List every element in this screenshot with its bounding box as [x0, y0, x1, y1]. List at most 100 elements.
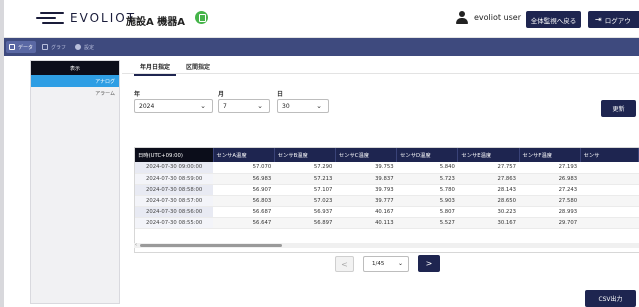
chart-icon [42, 44, 49, 50]
year-select[interactable]: 2024 ⌄ [134, 99, 213, 113]
datetime-cell: 2024-07-30 08:56:00 [135, 206, 214, 218]
sensor-value-cell: 57.107 [274, 184, 336, 196]
refresh-button[interactable]: 更新 [601, 100, 636, 117]
logout-icon: ⇥ [595, 15, 602, 24]
sensor-value-cell: 30.167 [457, 217, 520, 229]
sensor-value-cell: 5.903 [396, 195, 458, 207]
table-row: 2024-07-30 08:59:00 56.983 57.213 39.837 5.7… [135, 173, 639, 185]
month-select[interactable]: 7 ⌄ [218, 99, 270, 113]
sensor-value-cell: 5.840 [396, 162, 458, 174]
sensor-value-cell: 29.707 [519, 217, 581, 229]
horizontal-scrollbar[interactable]: ‹ [134, 242, 639, 248]
sensor-value-cell [580, 217, 639, 229]
column-header[interactable]: センサA温度 [213, 148, 275, 162]
page-value: 1/45 [372, 261, 385, 267]
chevron-down-icon: ⌄ [200, 102, 206, 110]
user-icon [456, 11, 468, 24]
sensor-value-cell: 27.193 [519, 162, 581, 174]
csv-export-button[interactable]: CSV出力 [585, 290, 636, 307]
sensor-value-cell: 56.897 [274, 217, 336, 229]
table-icon [9, 44, 15, 50]
page-select[interactable]: 1/45 ⌄ [363, 256, 409, 272]
chevron-down-icon: ⌄ [316, 102, 322, 110]
all-monitor-button-label: 全体監視へ戻る [530, 16, 577, 25]
column-header[interactable]: センサF温度 [519, 148, 581, 162]
header: EVOLIOT 施設A 機器A evoliot user 全体監視へ戻る ⇥ ロ… [4, 0, 639, 38]
sensor-value-cell: 30.223 [457, 206, 520, 218]
column-header[interactable]: センサE温度 [457, 148, 520, 162]
day-select[interactable]: 30 ⌄ [277, 99, 329, 113]
chevron-down-icon: ⌄ [397, 260, 403, 267]
datetime-cell: 2024-07-30 08:58:00 [135, 184, 214, 196]
sensor-value-cell: 27.757 [457, 162, 520, 174]
sensor-value-cell [580, 195, 639, 207]
username: evoliot user [474, 13, 522, 22]
next-page-button[interactable]: > [418, 255, 440, 272]
main-panel: 年月日指定 区間指定 年 2024 ⌄ 月 7 ⌄ 日 30 ⌄ 更新 日時(U… [122, 56, 639, 307]
status-connected-icon [195, 11, 208, 24]
tab-data[interactable]: データ [6, 41, 37, 53]
sensor-value-cell: 28.650 [457, 195, 520, 207]
all-monitor-button[interactable]: 全体監視へ戻る [526, 11, 581, 28]
sensor-value-cell: 27.580 [519, 195, 581, 207]
sensor-value-cell: 27.863 [457, 173, 520, 185]
sidebar-item-analog[interactable]: アナログ [31, 75, 119, 87]
sensor-value-cell: 39.753 [335, 162, 397, 174]
column-header[interactable]: センサ [580, 148, 639, 162]
sensor-value-cell: 5.723 [396, 173, 458, 185]
sensor-value-cell: 26.983 [519, 173, 581, 185]
month-value: 7 [223, 102, 227, 110]
sidebar-heading: 表示 [31, 61, 119, 75]
column-header[interactable]: センサD温度 [396, 148, 459, 162]
sensor-value-cell: 57.070 [213, 162, 275, 174]
sensor-value-cell: 5.807 [396, 206, 458, 218]
facility-label: 施設A 機器A [126, 17, 185, 28]
sensor-value-cell: 57.290 [274, 162, 336, 174]
sensor-value-cell: 27.243 [519, 184, 581, 196]
chevron-down-icon: ⌄ [257, 102, 263, 110]
sensor-value-cell: 56.647 [213, 217, 275, 229]
month-label: 月 [218, 91, 225, 98]
gear-icon [75, 44, 82, 50]
sensor-value-cell: 57.023 [274, 195, 336, 207]
sensor-value-cell: 39.793 [335, 184, 397, 196]
sensor-value-cell: 56.983 [213, 173, 275, 185]
logo: EVOLIOT [36, 11, 136, 25]
tab-graph-label: グラフ [51, 44, 67, 51]
divider [122, 73, 639, 74]
column-header[interactable]: 日時(UTC+09:00) [135, 148, 214, 162]
logo-mark-icon [36, 11, 64, 25]
column-header[interactable]: センサC温度 [335, 148, 398, 162]
table-row: 2024-07-30 08:55:00 56.647 56.897 40.113 5.5… [135, 217, 639, 229]
prev-page-button[interactable]: < [335, 256, 354, 272]
sidebar-item-alarm[interactable]: アラーム [31, 87, 119, 99]
datetime-cell: 2024-07-30 08:57:00 [135, 195, 214, 207]
tab-data-label: データ [18, 44, 34, 51]
datetime-cell: 2024-07-30 08:55:00 [135, 217, 214, 229]
sensor-value-cell: 39.837 [335, 173, 397, 185]
sensor-table: 日時(UTC+09:00) センサA温度 センサB温度 センサC温度 センサD温… [134, 147, 639, 253]
tab-settings[interactable]: 設定 [72, 41, 97, 53]
scroll-left-icon[interactable]: ‹ [135, 242, 137, 248]
scrollbar-thumb[interactable] [140, 244, 282, 247]
logout-button[interactable]: ⇥ ログアウ [588, 11, 639, 28]
sensor-value-cell: 28.143 [457, 184, 520, 196]
day-value: 30 [282, 102, 290, 110]
sensor-value-cell [580, 206, 639, 218]
column-header[interactable]: センサB温度 [274, 148, 336, 162]
table-header-row: 日時(UTC+09:00) センサA温度 センサB温度 センサC温度 センサD温… [135, 148, 639, 162]
table-row: 2024-07-30 08:56:00 56.687 56.937 40.167 5.8… [135, 206, 639, 218]
sensor-value-cell: 56.687 [213, 206, 275, 218]
tab-graph[interactable]: グラフ [39, 41, 69, 53]
datetime-cell: 2024-07-30 08:59:00 [135, 173, 214, 185]
sensor-value-cell [580, 184, 639, 196]
sensor-value-cell: 56.937 [274, 206, 336, 218]
sensor-value-cell [580, 162, 639, 174]
data-table: 日時(UTC+09:00) センサA温度 センサB温度 センサC温度 センサD温… [135, 148, 639, 229]
year-value: 2024 [139, 102, 155, 110]
module-tabbar: データ グラフ 設定 [4, 38, 639, 56]
year-label: 年 [134, 91, 141, 98]
sensor-value-cell: 56.907 [213, 184, 275, 196]
table-row: 2024-07-30 08:58:00 56.907 57.107 39.793 5.7… [135, 184, 639, 196]
sensor-value-cell: 28.993 [519, 206, 581, 218]
